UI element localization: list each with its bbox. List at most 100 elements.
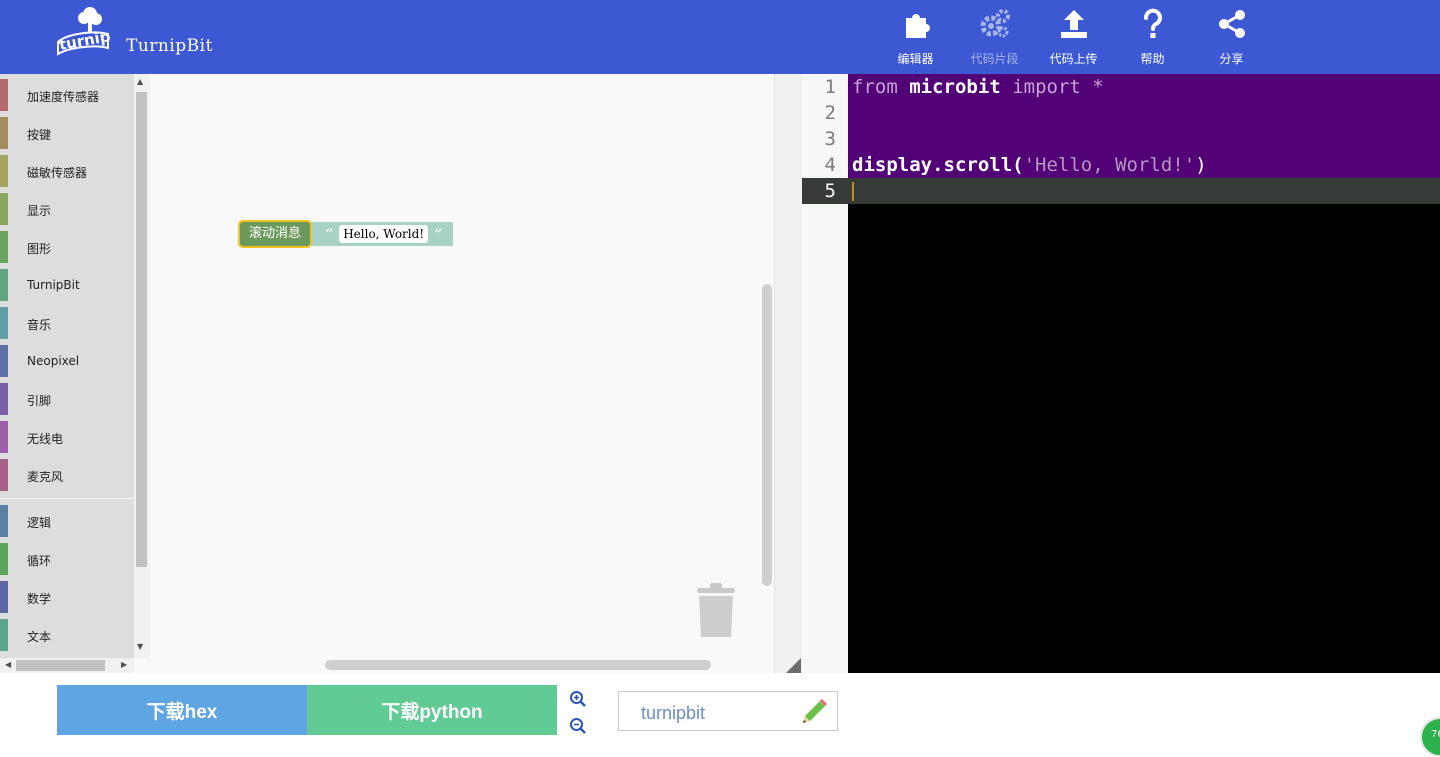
category-display[interactable]: 显示: [0, 190, 134, 228]
block-label: 滚动消息: [238, 220, 313, 248]
top-bar: turnip TurnipBit 编辑器 代码片段 代码上传 帮助 分享: [0, 0, 1440, 74]
category-color-swatch: [0, 79, 8, 111]
project-name-box[interactable]: [618, 691, 838, 731]
toolbar-editor-button[interactable]: 编辑器: [876, 0, 955, 74]
line-number: 1: [824, 76, 836, 98]
category-text[interactable]: 文本: [0, 616, 134, 654]
category-label: Neopixel: [27, 354, 80, 368]
category-color-swatch: [0, 117, 8, 149]
code-line[interactable]: 3: [802, 126, 1440, 152]
category-label: 显示: [27, 204, 52, 218]
app-title: TurnipBit: [126, 36, 213, 56]
download-hex-button[interactable]: 下载hex: [57, 685, 307, 735]
toolbar-share-button[interactable]: 分享: [1192, 0, 1271, 74]
code-text[interactable]: from microbit import *: [852, 74, 1104, 100]
function-call: display.scroll(: [852, 154, 1024, 176]
toolbar-help-label: 帮助: [1140, 52, 1165, 66]
svg-text:turnip: turnip: [58, 27, 110, 54]
category-color-swatch: [0, 421, 8, 453]
category-math[interactable]: 数学: [0, 578, 134, 616]
workspace-vertical-scrollbar[interactable]: [762, 284, 772, 586]
category-label: 磁敏传感器: [27, 166, 88, 180]
category-label: 循环: [27, 554, 52, 568]
toolbar-snippets-label: 代码片段: [970, 52, 1019, 66]
category-turnipbit[interactable]: TurnipBit: [0, 266, 134, 304]
code-line-active[interactable]: 5: [802, 178, 1440, 204]
zoom-out-icon[interactable]: [569, 717, 587, 735]
status-badge[interactable]: 76: [1420, 717, 1440, 757]
category-buttons[interactable]: 按键: [0, 114, 134, 152]
scroll-message-block[interactable]: 滚动消息 “ Hello, World! ”: [238, 220, 454, 248]
main-toolbar: 编辑器 代码片段 代码上传 帮助 分享: [876, 0, 1271, 74]
category-color-swatch: [0, 581, 8, 613]
category-color-swatch: [0, 345, 8, 377]
toolbar-help-button[interactable]: 帮助: [1113, 0, 1192, 74]
string-literal: 'Hello, World!': [1023, 154, 1196, 176]
workspace-horizontal-scrollbar[interactable]: [325, 660, 711, 670]
category-label: 麦克风: [27, 470, 64, 484]
category-label: 加速度传感器: [27, 90, 100, 104]
blockly-workspace: 加速度传感器 按键 磁敏传感器 显示 图形 TurnipBit 音乐 Neopi…: [0, 74, 803, 673]
category-radio[interactable]: 无线电: [0, 418, 134, 456]
toolbar-upload-label: 代码上传: [1049, 52, 1098, 66]
panel-divider: [774, 74, 803, 673]
category-microphone[interactable]: 麦克风: [0, 456, 134, 494]
turnip-logo[interactable]: turnip: [54, 4, 110, 56]
line-number: 3: [824, 128, 836, 150]
text-cursor: [852, 182, 854, 201]
block-canvas[interactable]: [150, 74, 774, 673]
code-line[interactable]: 1 from microbit import *: [802, 74, 1440, 100]
scroll-right-arrow-icon[interactable]: ▶: [121, 660, 127, 669]
category-color-swatch: [0, 193, 8, 225]
category-label: 文本: [27, 630, 52, 644]
category-label: 数学: [27, 592, 52, 606]
category-color-swatch: [0, 269, 8, 301]
category-label: 逻辑: [27, 516, 52, 530]
category-label: 无线电: [27, 432, 64, 446]
category-neopixel[interactable]: Neopixel: [0, 342, 134, 380]
category-color-swatch: [0, 307, 8, 339]
category-label: 按键: [27, 128, 52, 142]
resize-handle-icon[interactable]: [786, 658, 801, 673]
category-images[interactable]: 图形: [0, 228, 134, 266]
category-separator: [0, 498, 134, 499]
keyword-from: from: [852, 76, 898, 98]
toolbox-horizontal-scroll-thumb[interactable]: [16, 660, 105, 671]
toolbar-upload-button[interactable]: 代码上传: [1034, 0, 1113, 74]
code-line[interactable]: 2: [802, 100, 1440, 126]
toolbar-share-label: 分享: [1219, 52, 1244, 66]
module-name: microbit: [909, 76, 1001, 98]
text-input-block[interactable]: “ Hello, World! ”: [308, 222, 454, 246]
category-color-swatch: [0, 543, 8, 575]
scroll-down-arrow-icon[interactable]: ▼: [137, 642, 143, 651]
category-color-swatch: [0, 619, 8, 651]
scroll-left-arrow-icon[interactable]: ◀: [5, 660, 11, 669]
code-line[interactable]: 4 display.scroll('Hello, World!'): [802, 152, 1440, 178]
category-label: 引脚: [27, 394, 52, 408]
category-loops[interactable]: 循环: [0, 540, 134, 578]
close-paren: ): [1195, 154, 1207, 176]
scroll-up-arrow-icon[interactable]: ▲: [137, 77, 143, 86]
category-label: TurnipBit: [27, 278, 80, 292]
pencil-edit-icon[interactable]: [799, 697, 829, 727]
download-python-button[interactable]: 下载python: [307, 685, 557, 735]
category-compass[interactable]: 磁敏传感器: [0, 152, 134, 190]
zoom-in-icon[interactable]: [569, 690, 587, 708]
category-music[interactable]: 音乐: [0, 304, 134, 342]
toolbar-snippets-button[interactable]: 代码片段: [955, 0, 1034, 74]
question-icon: [1143, 8, 1162, 38]
category-accelerometer[interactable]: 加速度传感器: [0, 76, 134, 114]
category-label: 图形: [27, 242, 52, 256]
category-color-swatch: [0, 231, 8, 263]
toolbar-editor-label: 编辑器: [897, 52, 934, 66]
toolbox-vertical-scroll-thumb[interactable]: [136, 92, 147, 567]
project-name-input[interactable]: [639, 700, 803, 726]
gears-icon: [980, 9, 1010, 38]
string-field[interactable]: Hello, World!: [339, 225, 429, 243]
python-code-editor[interactable]: 1 from microbit import * 2 3 4 display.s…: [802, 74, 1440, 673]
code-text[interactable]: display.scroll('Hello, World!'): [852, 152, 1207, 178]
category-pins[interactable]: 引脚: [0, 380, 134, 418]
trash-can-icon[interactable]: [693, 582, 739, 640]
share-icon: [1218, 10, 1245, 38]
category-logic[interactable]: 逻辑: [0, 502, 134, 540]
